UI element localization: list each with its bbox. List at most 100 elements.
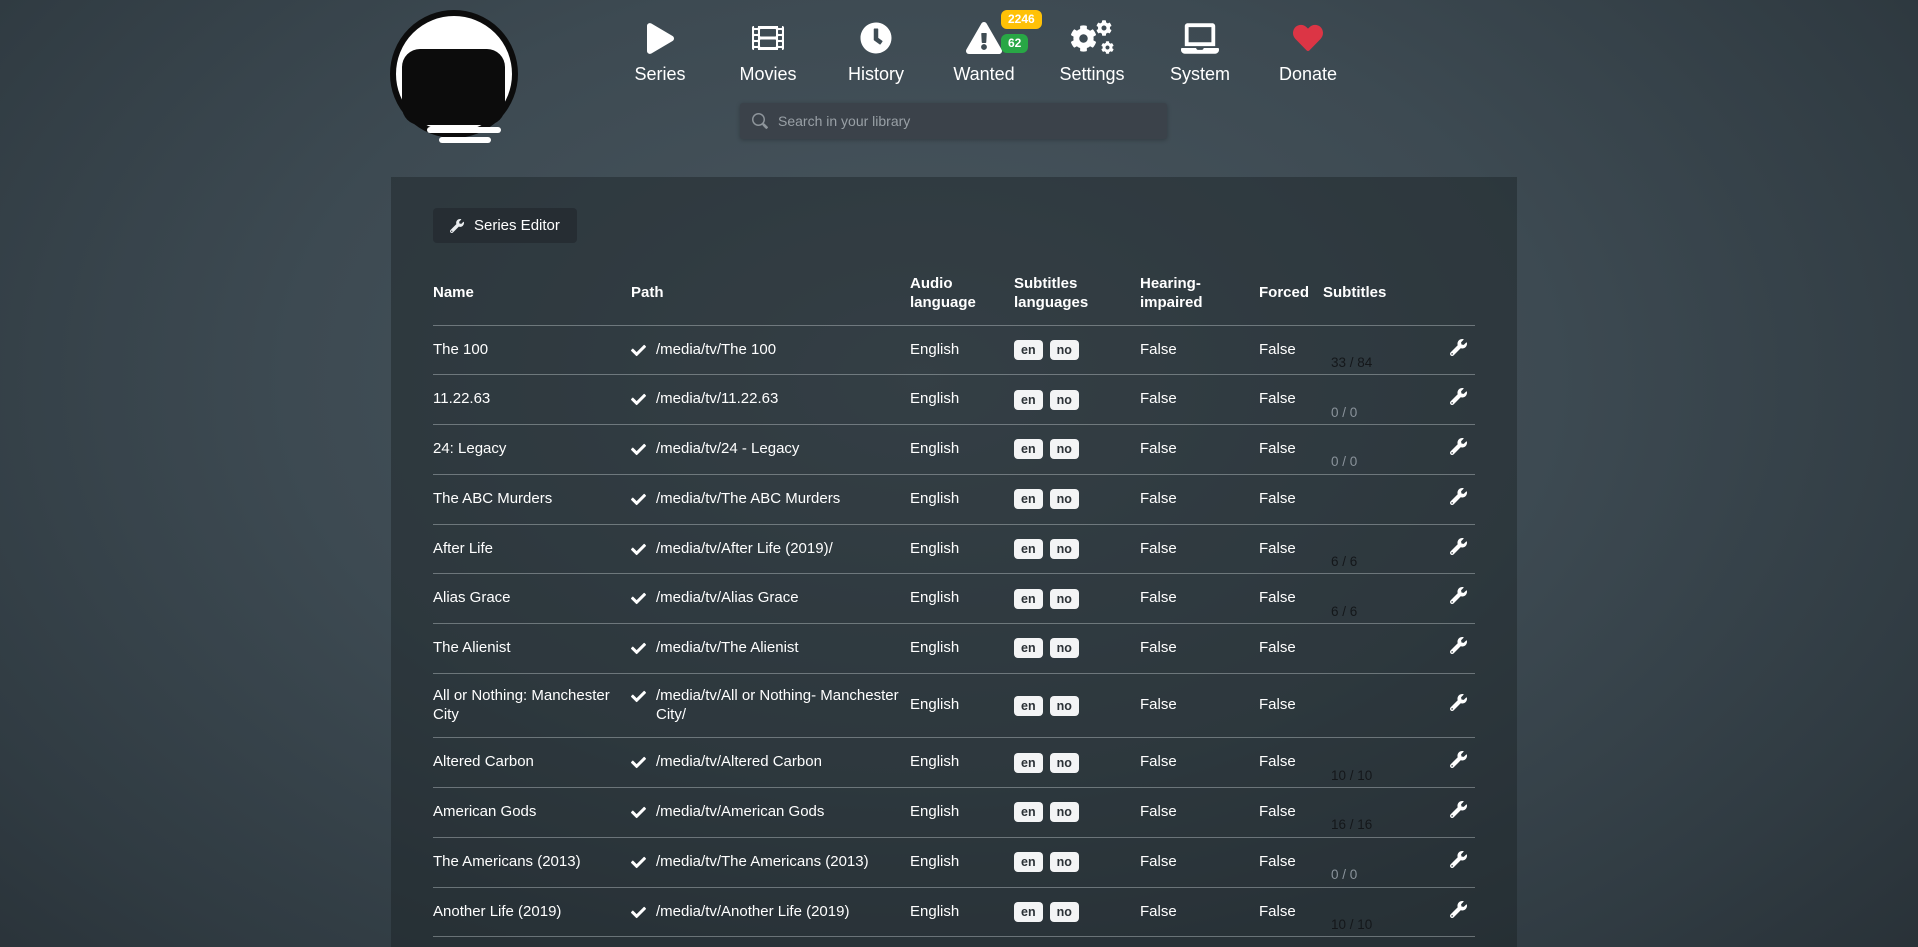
series-path-text: /media/tv/The ABC Murders <box>656 490 840 509</box>
series-path-text: /media/tv/Alias Grace <box>656 589 799 608</box>
language-badge: en <box>1014 439 1043 459</box>
series-table-body: The 100 /media/tv/The 100 English enno F… <box>433 325 1475 947</box>
table-row: After Life /media/tv/After Life (2019)/ … <box>433 524 1475 574</box>
series-name[interactable]: The ABC Murders <box>433 490 552 507</box>
series-path: /media/tv/American Gods <box>631 803 902 822</box>
nav-label: Wanted <box>953 64 1014 84</box>
forced-value: False <box>1259 440 1296 457</box>
subtitle-languages: enno <box>1014 590 1086 607</box>
language-badge: no <box>1050 340 1079 360</box>
wanted-movies-badge: 62 <box>1001 34 1028 53</box>
audio-language: English <box>910 803 959 820</box>
nav-label: Settings <box>1059 64 1124 84</box>
edit-series-button[interactable] <box>1450 801 1467 818</box>
forced-value: False <box>1259 853 1296 870</box>
nav-item-donate[interactable]: Donate <box>1254 20 1362 84</box>
language-badge: en <box>1014 489 1043 509</box>
series-name[interactable]: After Life <box>433 540 493 557</box>
series-path: /media/tv/Alias Grace <box>631 589 902 608</box>
wrench-icon <box>1450 851 1467 868</box>
language-badge: en <box>1014 802 1043 822</box>
warning-triangle-icon: 2246 62 <box>966 20 1002 56</box>
series-path-text: /media/tv/24 - Legacy <box>656 440 799 459</box>
series-path-text: /media/tv/American Gods <box>656 803 824 822</box>
audio-language: English <box>910 440 959 457</box>
series-path: /media/tv/Another Life (2019) <box>631 903 902 922</box>
forced-value: False <box>1259 753 1296 770</box>
nav-item-movies[interactable]: Movies <box>714 20 822 84</box>
series-name[interactable]: The Americans (2013) <box>433 853 581 870</box>
series-name[interactable]: American Gods <box>433 803 536 820</box>
series-path: /media/tv/The ABC Murders <box>631 490 902 509</box>
edit-series-button[interactable] <box>1450 587 1467 604</box>
hearing-impaired-value: False <box>1140 440 1177 457</box>
edit-series-button[interactable] <box>1450 694 1467 711</box>
edit-series-button[interactable] <box>1450 637 1467 654</box>
nav-label: Series <box>634 64 685 84</box>
series-name[interactable]: All or Nothing: Manchester City <box>433 687 610 723</box>
subtitle-languages: enno <box>1014 540 1086 557</box>
wrench-icon <box>1450 538 1467 555</box>
language-badge: no <box>1050 852 1079 872</box>
nav-item-wanted[interactable]: 2246 62 Wanted <box>930 20 1038 84</box>
audio-language: English <box>910 853 959 870</box>
search-icon <box>752 113 768 129</box>
series-name[interactable]: The Alienist <box>433 639 511 656</box>
edit-series-button[interactable] <box>1450 538 1467 555</box>
nav-item-system[interactable]: System <box>1146 20 1254 84</box>
series-path-text: /media/tv/The 100 <box>656 341 776 360</box>
hearing-impaired-value: False <box>1140 639 1177 656</box>
wrench-icon <box>450 219 464 233</box>
bazarr-page: Series Movies History 2246 62 Wanted <box>0 0 1918 947</box>
forced-value: False <box>1259 696 1296 713</box>
nav-item-settings[interactable]: Settings <box>1038 20 1146 84</box>
table-row: A.P. Bio /media/tv/A.P. BIO/ English enn… <box>433 937 1475 947</box>
edit-series-button[interactable] <box>1450 339 1467 356</box>
series-editor-button[interactable]: Series Editor <box>433 208 577 243</box>
col-header-path: Path <box>631 269 910 325</box>
search-input[interactable] <box>778 113 1155 129</box>
table-header-row: Name Path Audio language Subtitles langu… <box>433 269 1475 325</box>
series-name[interactable]: Another Life (2019) <box>433 903 561 920</box>
check-icon <box>631 641 646 656</box>
clock-icon <box>860 20 892 56</box>
hearing-impaired-value: False <box>1140 903 1177 920</box>
edit-series-button[interactable] <box>1450 388 1467 405</box>
subtitle-languages: enno <box>1014 754 1086 771</box>
series-name[interactable]: Altered Carbon <box>433 753 534 770</box>
wanted-series-badge: 2246 <box>1001 10 1042 29</box>
hearing-impaired-value: False <box>1140 390 1177 407</box>
series-path: /media/tv/The Americans (2013) <box>631 853 902 872</box>
language-badge: no <box>1050 902 1079 922</box>
series-path-text: /media/tv/Altered Carbon <box>656 753 822 772</box>
edit-series-button[interactable] <box>1450 751 1467 768</box>
language-badge: en <box>1014 589 1043 609</box>
col-header-actions <box>1440 269 1475 325</box>
audio-language: English <box>910 341 959 358</box>
series-name[interactable]: 24: Legacy <box>433 440 506 457</box>
series-name[interactable]: The 100 <box>433 341 488 358</box>
language-badge: en <box>1014 753 1043 773</box>
bazarr-logo[interactable] <box>390 10 518 138</box>
series-name[interactable]: Alias Grace <box>433 589 511 606</box>
nav-label: Donate <box>1279 64 1337 84</box>
wrench-icon <box>1450 637 1467 654</box>
nav-item-history[interactable]: History <box>822 20 930 84</box>
language-badge: en <box>1014 638 1043 658</box>
series-path-text: /media/tv/The Americans (2013) <box>656 853 869 872</box>
audio-language: English <box>910 753 959 770</box>
language-badge: no <box>1050 439 1079 459</box>
edit-series-button[interactable] <box>1450 851 1467 868</box>
language-badge: no <box>1050 753 1079 773</box>
logo-subtitle-line <box>439 137 491 143</box>
forced-value: False <box>1259 639 1296 656</box>
edit-series-button[interactable] <box>1450 901 1467 918</box>
edit-series-button[interactable] <box>1450 488 1467 505</box>
series-editor-label: Series Editor <box>474 217 560 234</box>
language-badge: en <box>1014 902 1043 922</box>
edit-series-button[interactable] <box>1450 438 1467 455</box>
series-path: /media/tv/All or Nothing- Manchester Cit… <box>631 687 902 725</box>
language-badge: en <box>1014 539 1043 559</box>
series-name[interactable]: 11.22.63 <box>433 390 490 407</box>
nav-item-series[interactable]: Series <box>606 20 714 84</box>
